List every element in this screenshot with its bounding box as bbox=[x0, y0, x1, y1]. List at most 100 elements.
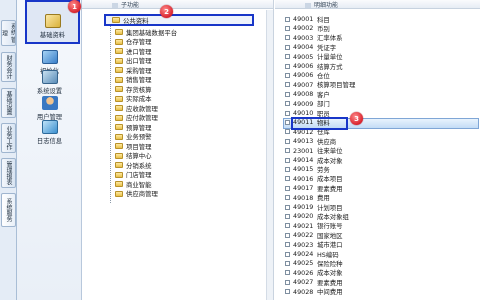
tree-item[interactable]: 门店管理 bbox=[115, 171, 152, 179]
detail-row[interactable]: 49025 保险险种 bbox=[285, 259, 343, 268]
item-name: 成本对象 bbox=[317, 269, 343, 278]
detail-row[interactable]: 49018 费用 bbox=[285, 194, 330, 202]
tree-item[interactable]: 应付款管理 bbox=[115, 114, 158, 122]
detail-row[interactable]: 49001 科目 bbox=[285, 15, 330, 24]
detail-row[interactable]: 49005 计量单位 bbox=[285, 53, 343, 61]
step-badge: 2 bbox=[160, 5, 173, 18]
tree-item-label: 预算管理 bbox=[126, 123, 152, 132]
tree-item[interactable]: 分销系统 bbox=[115, 161, 152, 170]
detail-row[interactable]: 49028 中间费用 bbox=[285, 288, 343, 296]
detail-row[interactable]: 49006 仓位 bbox=[285, 71, 330, 80]
step-badge: 3 bbox=[350, 112, 363, 125]
detail-row[interactable]: 49014 成本对象 bbox=[285, 156, 343, 165]
item-icon bbox=[285, 63, 290, 69]
tree-item[interactable]: 供应商管理 bbox=[115, 190, 158, 198]
folder-icon bbox=[115, 48, 123, 54]
nav-user-management[interactable]: 用户管理 bbox=[17, 96, 82, 121]
folder-icon bbox=[115, 162, 123, 168]
detail-row[interactable]: 49024 HS编码 bbox=[285, 250, 339, 259]
item-icon bbox=[285, 195, 290, 201]
panel-header-label: 明细功能 bbox=[314, 2, 339, 9]
item-code: 49026 bbox=[293, 268, 314, 277]
nav-system-settings[interactable]: 系统设置 bbox=[17, 70, 82, 95]
tree-item[interactable]: 业务预警 bbox=[115, 133, 152, 141]
detail-row[interactable]: 49021 银行账号 bbox=[285, 222, 343, 230]
vtab-system-service[interactable]: 系统服务 bbox=[1, 193, 16, 227]
item-code: 49006 bbox=[293, 71, 314, 80]
item-code: 49008 bbox=[293, 90, 314, 99]
tree-item[interactable]: 进口管理 bbox=[115, 47, 152, 56]
detail-row[interactable]: 23001 往来单位 bbox=[285, 147, 343, 155]
tree-item[interactable]: 预算管理 bbox=[115, 123, 152, 132]
nav-log-info[interactable]: 日志信息 bbox=[17, 120, 82, 145]
detail-row[interactable]: 49007 核算项目管理 bbox=[285, 81, 355, 89]
tree-item[interactable]: 实际成本 bbox=[115, 95, 152, 103]
tree-item-label: 公共资料 bbox=[123, 16, 149, 25]
item-code: 49004 bbox=[293, 43, 314, 52]
item-icon bbox=[285, 119, 290, 125]
vtab-basic-settings[interactable]: 基础设置 bbox=[1, 88, 16, 118]
item-name: 城市港口 bbox=[317, 241, 343, 250]
tree-item-label: 采购管理 bbox=[126, 66, 152, 75]
tree-item-label: 供应商管理 bbox=[126, 190, 158, 198]
tree-item[interactable]: 集团基础数据平台 bbox=[115, 28, 178, 37]
item-icon bbox=[285, 25, 290, 31]
tree-item[interactable]: 存货核算 bbox=[115, 85, 152, 94]
detail-row[interactable]: 49015 劳务 bbox=[285, 165, 330, 174]
tree-item[interactable]: 商业智能 bbox=[115, 180, 152, 189]
tree-item-label: 进口管理 bbox=[126, 47, 152, 56]
item-name: 客户 bbox=[317, 90, 330, 99]
item-icon bbox=[285, 110, 290, 116]
detail-row[interactable]: 49019 计划项目 bbox=[285, 203, 343, 212]
item-icon bbox=[285, 242, 290, 248]
vtab-label: 系统服务 bbox=[5, 198, 12, 222]
item-icon bbox=[285, 16, 290, 22]
item-code: 49022 bbox=[293, 231, 314, 240]
detail-row[interactable]: 49008 客户 bbox=[285, 90, 330, 99]
tree-item[interactable]: 结算中心 bbox=[115, 152, 152, 160]
item-icon bbox=[285, 72, 290, 78]
item-icon bbox=[285, 232, 290, 238]
detail-row[interactable]: 49013 供应商 bbox=[285, 137, 336, 146]
vtab-label: 业务工作 bbox=[5, 126, 12, 150]
item-code: 49018 bbox=[293, 193, 314, 202]
vtab-system[interactable]: 系统 管理 bbox=[1, 20, 16, 46]
detail-row[interactable]: 49027 要素费用 bbox=[285, 278, 343, 287]
user-icon bbox=[41, 96, 58, 110]
folder-icon bbox=[115, 38, 123, 45]
vtab-business[interactable]: 业务工作 bbox=[1, 123, 16, 153]
tree-item[interactable]: 出口管理 bbox=[115, 57, 152, 65]
tree-item[interactable]: 销售管理 bbox=[115, 76, 152, 84]
detail-row[interactable]: 49022 国家地区 bbox=[285, 231, 343, 240]
tree-item[interactable]: 采购管理 bbox=[115, 66, 152, 75]
detail-row[interactable]: 49017 要素费用 bbox=[285, 184, 343, 193]
detail-row[interactable]: 49006 结算方式 bbox=[285, 62, 343, 71]
item-name: 费用 bbox=[317, 194, 330, 203]
detail-row[interactable]: 49020 成本对象组 bbox=[285, 212, 349, 221]
tree-item-label: 销售管理 bbox=[126, 76, 152, 84]
item-code: 49016 bbox=[293, 174, 314, 183]
detail-row[interactable]: 49026 成本对象 bbox=[285, 269, 343, 277]
detail-row[interactable]: 49016 成本项目 bbox=[285, 175, 343, 183]
tree-item-label: 集团基础数据平台 bbox=[126, 28, 178, 37]
tree-item[interactable]: 应收款管理 bbox=[115, 104, 158, 113]
vtab-reports[interactable]: 管理报表 bbox=[1, 158, 16, 188]
tree-item[interactable]: 仓存管理 bbox=[115, 38, 152, 46]
item-name: HS编码 bbox=[317, 250, 339, 259]
detail-row[interactable]: 49003 汇率体系 bbox=[285, 34, 343, 42]
tree-item[interactable]: 项目管理 bbox=[115, 142, 152, 151]
item-name: 要素费用 bbox=[317, 278, 343, 287]
item-code: 49009 bbox=[293, 99, 314, 108]
detail-row[interactable]: 49010 职员 bbox=[285, 109, 330, 118]
tree-item-label: 项目管理 bbox=[126, 142, 152, 151]
folder-icon bbox=[115, 124, 123, 130]
detail-row[interactable]: 49009 部门 bbox=[285, 100, 330, 108]
folder-icon bbox=[112, 17, 120, 23]
detail-row[interactable]: 49002 币别 bbox=[285, 24, 330, 33]
detail-row[interactable]: 49004 凭证字 bbox=[285, 43, 336, 52]
vtab-finance[interactable]: 财务会计 bbox=[1, 52, 16, 82]
panel-header-icon bbox=[305, 3, 311, 8]
vertical-scrollbar[interactable] bbox=[266, 10, 273, 300]
detail-row[interactable]: 49023 城市港口 bbox=[285, 241, 343, 249]
tree-root-public-data[interactable]: 公共资料 bbox=[104, 14, 254, 26]
